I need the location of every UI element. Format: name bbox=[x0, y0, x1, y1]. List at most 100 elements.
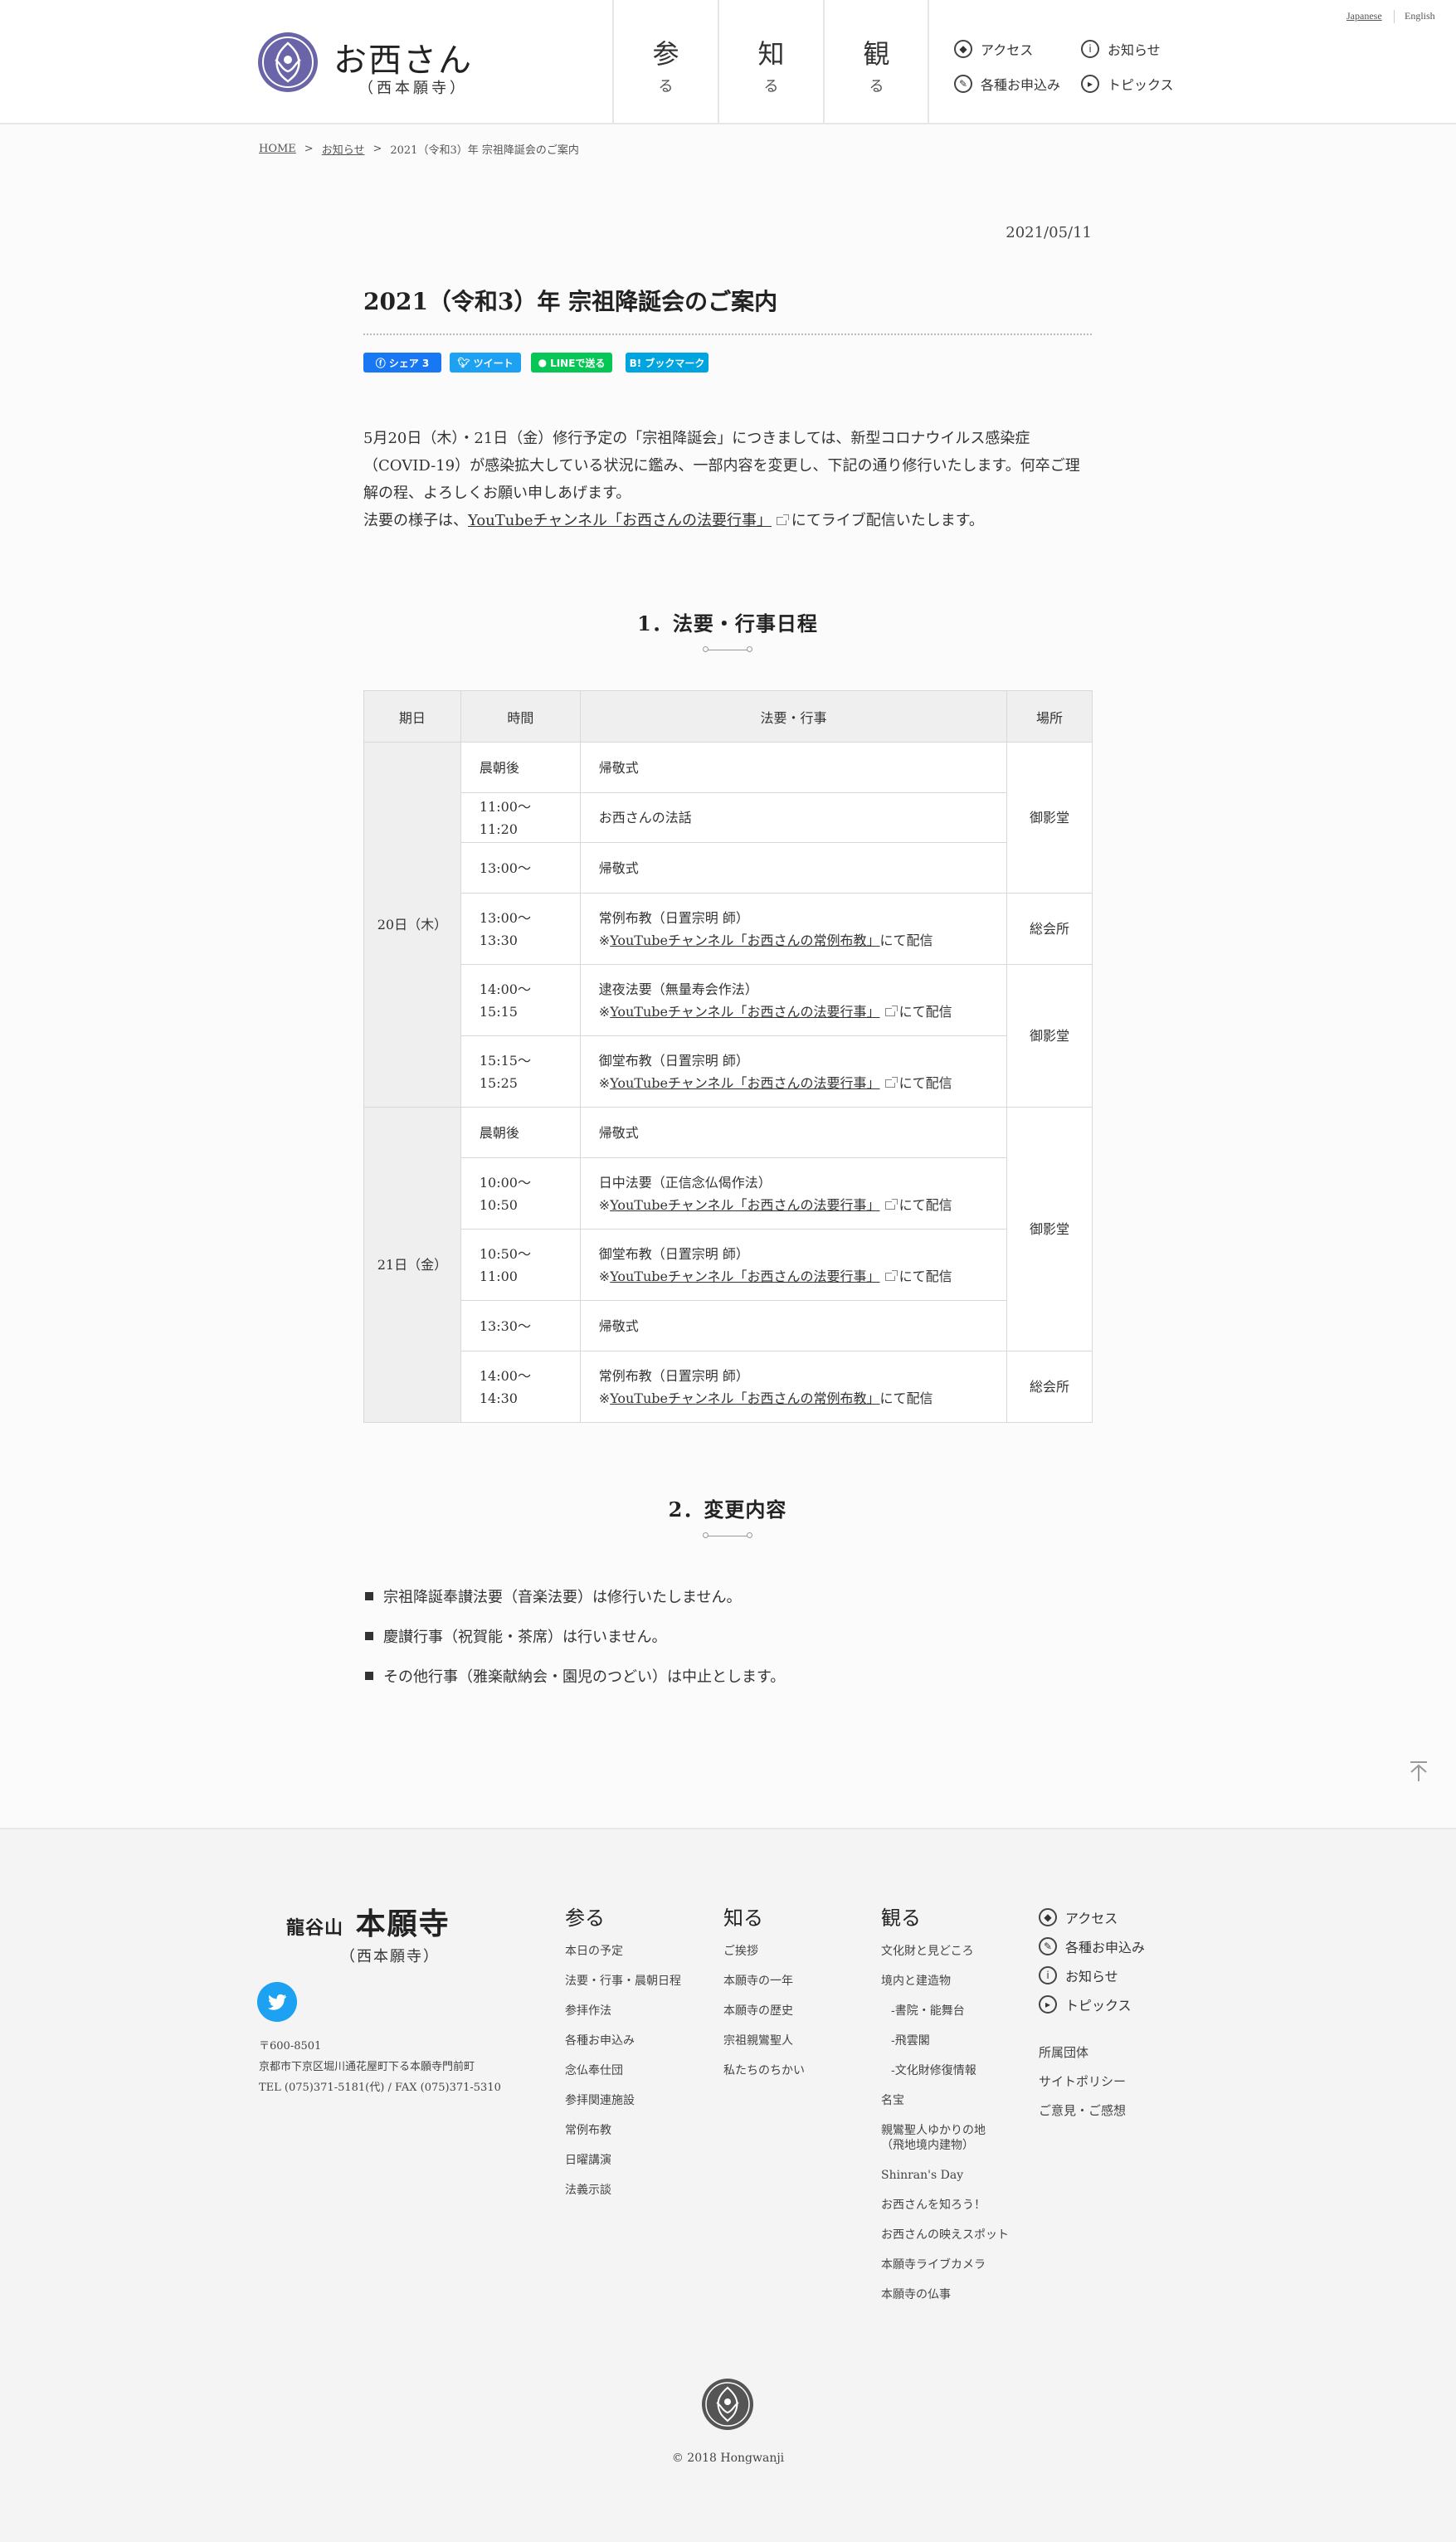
footer-logo[interactable]: 龍谷山 本願寺 bbox=[286, 1900, 450, 1943]
youtube-houyou-link[interactable]: YouTubeチャンネル「お西さんの法要行事」 bbox=[610, 1075, 879, 1091]
footer-logo-sub: （西本願寺） bbox=[340, 1948, 440, 1965]
subnav-access[interactable]: ◆ アクセス bbox=[954, 39, 1033, 59]
logo-text[interactable]: お西さん bbox=[334, 33, 473, 81]
table-row: 13:00～13:30 常例布教（日置宗明 師） ※YouTubeチャンネル「お… bbox=[364, 893, 1093, 965]
footer-link[interactable]: 本願寺の歴史 bbox=[723, 2004, 805, 2019]
back-to-top-icon[interactable] bbox=[1409, 1760, 1429, 1782]
footer-link[interactable]: 参拝関連施設 bbox=[565, 2093, 681, 2108]
footer-link[interactable]: 念仏奉仕団 bbox=[565, 2063, 681, 2078]
footer-link[interactable]: 日曜講演 bbox=[565, 2153, 681, 2168]
nav-miru[interactable]: 観 る bbox=[823, 0, 928, 124]
footer-link[interactable]: お西さんを知ろう！ bbox=[881, 2198, 1009, 2213]
breadcrumb-sep: > bbox=[304, 143, 314, 155]
footer-link-line2: （飛地境内建物） bbox=[881, 2139, 974, 2152]
time-cell: 晨朝後 bbox=[460, 1107, 581, 1158]
footer-link[interactable]: -飛雲閣 bbox=[881, 2033, 1009, 2048]
youtube-houyou-link[interactable]: YouTubeチャンネル「お西さんの法要行事」 bbox=[610, 1004, 879, 1020]
footer-topics-link[interactable]: ▸ トピックス bbox=[1039, 1989, 1145, 2019]
changes-list: 宗祖降誕奉讃法要（音楽法要）は修行いたしません。 慶讃行事（祝賀能・茶席）は行い… bbox=[365, 1576, 785, 1696]
event-stream: ※YouTubeチャンネル「お西さんの常例布教」にて配信 bbox=[599, 1387, 988, 1410]
footer-link[interactable]: 親鸞聖人ゆかりの地 （飛地境内建物） bbox=[881, 2123, 1009, 2153]
lang-english-link[interactable]: English bbox=[1405, 10, 1435, 22]
twitter-icon[interactable] bbox=[257, 1982, 297, 2022]
footer-link[interactable]: 本願寺の一年 bbox=[723, 1974, 805, 1989]
temple-crest-icon[interactable] bbox=[257, 32, 319, 93]
footer-link[interactable]: 宗祖親鸞聖人 bbox=[723, 2033, 805, 2048]
event-title: 御堂布教（日置宗明 師） bbox=[598, 1052, 749, 1069]
footer-link[interactable]: -書院・能舞台 bbox=[881, 2004, 1009, 2019]
temple-crest-icon bbox=[702, 2379, 753, 2430]
hatena-bookmark-button[interactable]: B! ブックマーク bbox=[626, 353, 709, 373]
breadcrumb-news[interactable]: お知らせ bbox=[322, 141, 365, 157]
footer-link[interactable]: 常例布教 bbox=[565, 2123, 681, 2138]
footer-link[interactable]: 法義示談 bbox=[565, 2183, 681, 2198]
event-stream: ※YouTubeチャンネル「お西さんの法要行事」 にて配信 bbox=[599, 1265, 988, 1288]
subnav-news[interactable]: i お知らせ bbox=[1081, 39, 1161, 59]
event-cell: お西さんの法話 bbox=[579, 792, 1008, 843]
line-send-button[interactable]: ● LINEで送る bbox=[531, 353, 612, 373]
nav-shiru-kanji: 知 bbox=[757, 38, 785, 70]
nav-mairu[interactable]: 参 る bbox=[612, 0, 718, 124]
footer-link[interactable]: 境内と建造物 bbox=[881, 1974, 1009, 1989]
footer-link[interactable]: サイトポリシー bbox=[1039, 2067, 1126, 2096]
intro-stream-paragraph: 法要の様子は、YouTubeチャンネル「お西さんの法要行事」 にてライブ配信いた… bbox=[363, 507, 1092, 534]
lang-japanese-link[interactable]: Japanese bbox=[1346, 10, 1382, 22]
event-cell: 帰敬式 bbox=[579, 1107, 1008, 1158]
footer-link[interactable]: 名宝 bbox=[881, 2093, 1009, 2108]
youtube-houyou-link[interactable]: YouTubeチャンネル「お西さんの法要行事」 bbox=[610, 1269, 879, 1284]
footer-access-link[interactable]: ◆ アクセス bbox=[1039, 1902, 1145, 1931]
footer-link[interactable]: Shinran's Day bbox=[881, 2168, 1009, 2183]
nav-shiru[interactable]: 知 る bbox=[718, 0, 823, 124]
footer-col-title[interactable]: 観る bbox=[881, 1902, 1009, 1931]
footer-link[interactable]: 各種お申込み bbox=[565, 2033, 681, 2048]
subnav-topics[interactable]: ▸ トピックス bbox=[1081, 74, 1174, 94]
footer-link[interactable]: 法要・行事・晨朝日程 bbox=[565, 1974, 681, 1989]
list-item: その他行事（雅楽献納会・園児のつどい）は中止とします。 bbox=[365, 1656, 785, 1696]
breadcrumb-home[interactable]: HOME bbox=[259, 143, 296, 155]
tweet-button[interactable]: 🐦︎ ツイート bbox=[450, 353, 521, 373]
event-note-mark: ※ bbox=[598, 1003, 611, 1020]
place-cell: 御影堂 bbox=[1006, 742, 1093, 894]
intro-stream-pre: 法要の様子は、 bbox=[363, 512, 468, 529]
footer-street: 京都市下京区堀川通花屋町下る本願寺門前町 bbox=[259, 2061, 475, 2073]
footer-link[interactable]: -文化財修復情報 bbox=[881, 2063, 1009, 2078]
table-header-row: 期日 時間 法要・行事 場所 bbox=[363, 690, 1093, 743]
line-icon: ● bbox=[538, 357, 548, 368]
table-row: 10:00～10:50 日中法要（正信念仏偈作法） ※YouTubeチャンネル「… bbox=[364, 1157, 1093, 1230]
youtube-fukyo-link[interactable]: YouTubeチャンネル「お西さんの常例布教」 bbox=[610, 933, 879, 948]
youtube-fukyo-link[interactable]: YouTubeチャンネル「お西さんの常例布教」 bbox=[610, 1390, 879, 1406]
event-cell: 御堂布教（日置宗明 師） ※YouTubeチャンネル「お西さんの法要行事」 にて… bbox=[579, 1035, 1008, 1108]
event-stream: ※YouTubeチャンネル「お西さんの法要行事」 にて配信 bbox=[599, 1072, 988, 1094]
footer-link[interactable]: ご挨拶 bbox=[723, 1944, 805, 1959]
footer-link[interactable]: 私たちのちかい bbox=[723, 2063, 805, 2078]
footer-col-title[interactable]: 参る bbox=[565, 1902, 681, 1931]
footer-link[interactable]: 参拝作法 bbox=[565, 2004, 681, 2019]
footer-link[interactable]: 所属団体 bbox=[1039, 2038, 1126, 2067]
time-cell: 14:00～15:15 bbox=[460, 964, 581, 1036]
footer-apply-link[interactable]: ✎ 各種お申込み bbox=[1039, 1931, 1145, 1960]
footer-link[interactable]: 本日の予定 bbox=[565, 1944, 681, 1959]
external-link-icon bbox=[776, 514, 789, 525]
youtube-houyou-link[interactable]: YouTubeチャンネル「お西さんの法要行事」 bbox=[468, 512, 772, 529]
footer-news-link[interactable]: i お知らせ bbox=[1039, 1960, 1145, 1989]
list-item: 宗祖降誕奉讃法要（音楽法要）は修行いたしません。 bbox=[365, 1576, 785, 1616]
footer-link[interactable]: 本願寺の仏事 bbox=[881, 2287, 1009, 2302]
footer-link[interactable]: お西さんの映えスポット bbox=[881, 2228, 1009, 2243]
footer-link[interactable]: ご意見・ご感想 bbox=[1039, 2096, 1126, 2126]
facebook-icon: ⓕ bbox=[375, 357, 386, 369]
footer-misc-links: 所属団体 サイトポリシー ご意見・ご感想 bbox=[1039, 2038, 1126, 2126]
footer-logo-mountain: 龍谷山 bbox=[286, 1917, 344, 1939]
youtube-houyou-link[interactable]: YouTubeチャンネル「お西さんの法要行事」 bbox=[610, 1197, 879, 1213]
nav-mairu-kana: る bbox=[658, 78, 674, 95]
section-schedule-title: 1．法要・行事日程 bbox=[637, 611, 818, 636]
table-row: 14:00～15:15 逮夜法要（無量寿会作法） ※YouTubeチャンネル「お… bbox=[364, 964, 1093, 1108]
footer-link[interactable]: 本願寺ライブカメラ bbox=[881, 2257, 1009, 2272]
breadcrumb-current: 2021（令和3）年 宗祖降誕会のご案内 bbox=[390, 144, 579, 157]
event-cell: 常例布教（日置宗明 師） ※YouTubeチャンネル「お西さんの常例布教」にて配… bbox=[579, 1351, 1008, 1423]
event-stream-post: にて配信 bbox=[898, 1074, 952, 1091]
subnav-apply[interactable]: ✎ 各種お申込み bbox=[954, 74, 1060, 94]
footer-col-title[interactable]: 知る bbox=[723, 1902, 805, 1931]
intro-stream-post: にてライブ配信いたします。 bbox=[791, 512, 984, 529]
footer-link[interactable]: 文化財と見どころ bbox=[881, 1944, 1009, 1959]
facebook-share-button[interactable]: ⓕ シェア 3 bbox=[363, 353, 441, 373]
